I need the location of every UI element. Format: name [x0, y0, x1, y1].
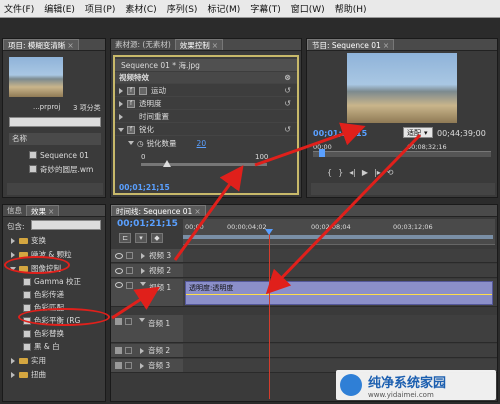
watermark-title: 纯净系统家园	[368, 375, 447, 391]
watermark-url: www.yidaimei.com	[368, 390, 434, 399]
arrow-effect-to-clip	[111, 286, 161, 320]
watermark-logo-icon	[340, 374, 362, 396]
arrow-monitor-to-clip	[265, 133, 422, 295]
arrow-controls-to-monitor	[254, 122, 366, 167]
arrow-clip-to-controls	[173, 165, 244, 261]
annotation-arrows	[111, 122, 422, 320]
watermark: 纯净系统家园 www.yidaimei.com	[336, 370, 496, 400]
